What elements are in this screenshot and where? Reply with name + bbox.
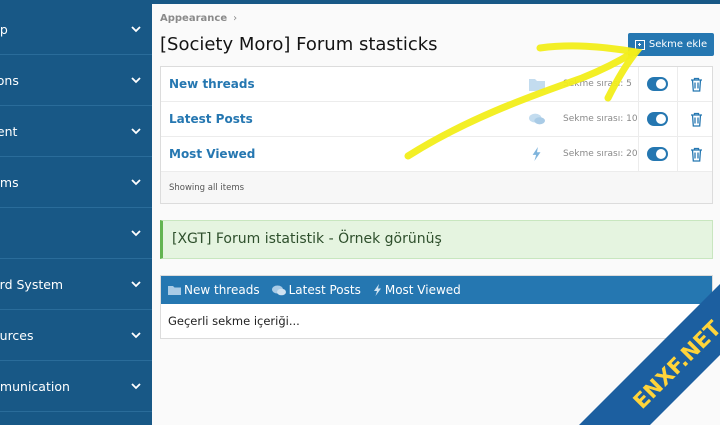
comments-icon [271,285,286,295]
folder-icon [168,286,181,295]
trash-icon[interactable] [690,77,703,92]
tab-list: New threads Sekme sırası: 5 Latest Posts… [160,66,713,204]
bolt-icon [373,284,381,296]
tab-latest-posts[interactable]: Latest Posts [271,283,361,297]
sidebar-item-t[interactable]: t [0,208,152,259]
sidebar-item-label: -ons [0,72,19,88]
breadcrumb[interactable]: Appearance › [160,13,237,24]
sidebar-item-forums[interactable]: ums [0,157,152,208]
add-tab-label: Sekme ekle [648,39,708,50]
chevron-down-icon [131,230,141,237]
preview-notice: [XGT] Forum istatistik - Örnek görünüş [160,220,713,259]
sidebar: up -ons tent ums t ard System ources nmu… [0,4,152,425]
sidebar-item-label: ard System [0,276,64,292]
chevron-down-icon [131,26,141,33]
list-item: Latest Posts Sekme sırası: 10 [161,102,712,137]
notice-text: [XGT] Forum istatistik - Örnek görünüş [172,231,442,247]
enable-toggle[interactable] [647,112,668,126]
tab-label: Most Viewed [384,283,461,297]
main-content: Appearance › [Society Moro] Forum stastic… [152,4,720,425]
enable-toggle[interactable] [647,77,668,91]
trash-icon[interactable] [690,147,703,162]
sidebar-item-resources[interactable]: ources [0,310,152,361]
preview-tab-block: New threads Latest Posts Most Viewed Geç… [160,275,713,339]
chevron-down-icon [131,128,141,135]
tab-label: New threads [184,283,260,297]
preview-tab-bar: New threads Latest Posts Most Viewed [161,276,712,304]
enable-toggle[interactable] [647,147,668,161]
folder-icon [529,79,545,91]
sidebar-item-label: tent [0,123,18,139]
chevron-down-icon [131,332,141,339]
tab-content: Geçerli sekme içeriği... [168,314,300,328]
list-footer: Showing all items [169,183,245,193]
chevron-down-icon [131,77,141,84]
tab-order: Sekme sırası: 20 [563,149,638,159]
sidebar-item-board-system[interactable]: ard System [0,259,152,310]
list-item: New threads Sekme sırası: 5 [161,67,712,102]
delete-cell [677,67,714,101]
tab-name-link[interactable]: Most Viewed [169,147,255,161]
add-tab-button[interactable]: Sekme ekle [628,33,714,56]
sidebar-item-communication[interactable]: nmunication [0,361,152,412]
comments-icon [529,113,545,125]
plus-square-icon [634,39,645,50]
chevron-down-icon [131,281,141,288]
sidebar-item-content[interactable]: tent [0,106,152,157]
tab-order: Sekme sırası: 10 [563,114,638,124]
chevron-down-icon [131,179,141,186]
tab-label: Latest Posts [288,283,361,297]
toggle-cell [638,137,677,171]
sidebar-item-label: up [0,21,8,37]
tab-name-link[interactable]: New threads [169,77,255,91]
tab-order: Sekme sırası: 5 [563,79,632,89]
sidebar-item-label: ources [0,327,34,343]
trash-icon[interactable] [690,112,703,127]
tab-name-link[interactable]: Latest Posts [169,112,253,126]
toggle-cell [638,102,677,136]
toggle-cell [638,67,677,101]
tab-most-viewed[interactable]: Most Viewed [373,283,461,297]
tab-new-threads[interactable]: New threads [168,283,260,297]
list-item: Most Viewed Sekme sırası: 20 [161,137,712,172]
breadcrumb-label[interactable]: Appearance [160,13,227,24]
delete-cell [677,102,714,136]
chevron-down-icon [131,383,141,390]
sidebar-item-label: nmunication [0,378,70,394]
page-title: [Society Moro] Forum stasticks [160,34,438,55]
breadcrumb-chevron-icon: › [233,13,238,24]
sidebar-item-label: ums [0,174,19,190]
sidebar-item-addons[interactable]: -ons [0,55,152,106]
delete-cell [677,137,714,171]
sidebar-item-setup[interactable]: up [0,4,152,55]
bolt-icon [532,147,541,161]
